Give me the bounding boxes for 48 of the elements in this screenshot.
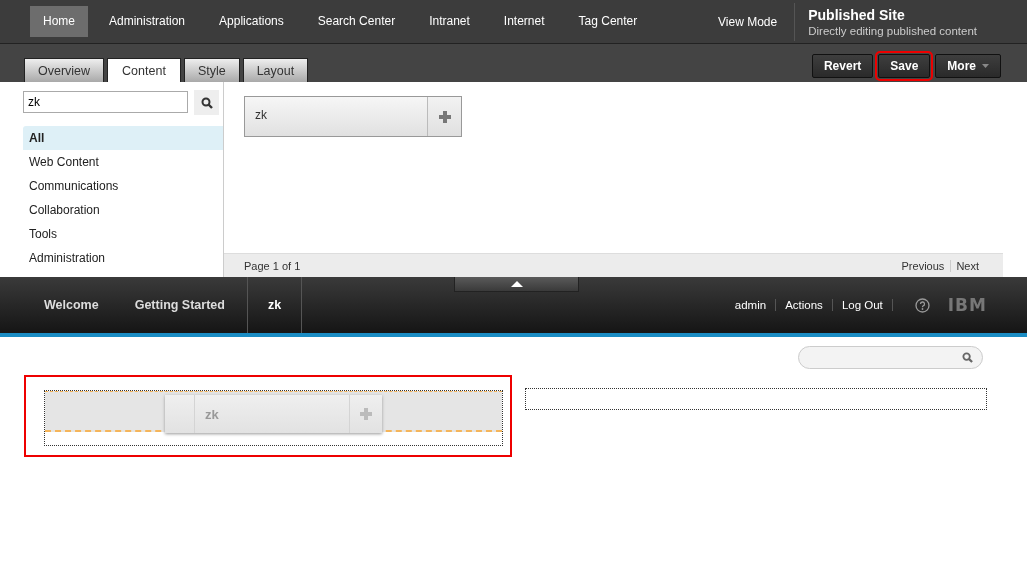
plus-icon bbox=[360, 408, 372, 420]
tab[interactable]: Style bbox=[183, 58, 240, 82]
add-button[interactable] bbox=[427, 97, 461, 136]
tab[interactable]: Content bbox=[107, 58, 181, 82]
user-link[interactable]: admin bbox=[725, 299, 776, 311]
up-arrow-icon bbox=[510, 281, 523, 287]
site-title: Published Site bbox=[808, 6, 906, 23]
tab[interactable]: Layout bbox=[242, 58, 309, 82]
nav-link[interactable]: Tag Center bbox=[561, 6, 655, 37]
collapse-handle[interactable] bbox=[454, 277, 579, 292]
nav-link[interactable]: Intranet bbox=[412, 6, 487, 37]
search-icon bbox=[200, 96, 213, 109]
search-button[interactable] bbox=[194, 90, 219, 115]
category-item[interactable]: Administration bbox=[23, 246, 223, 270]
caret-icon bbox=[982, 64, 989, 68]
previous-link[interactable]: Previous bbox=[901, 259, 945, 272]
page-info: Page 1 of 1 bbox=[244, 259, 301, 272]
view-mode-link[interactable]: View Mode bbox=[718, 2, 796, 41]
search-field[interactable]: zk bbox=[23, 91, 188, 113]
nav-link[interactable]: Search Center bbox=[300, 6, 413, 37]
category-item[interactable]: All bbox=[23, 126, 223, 150]
page-tab[interactable]: Welcome bbox=[26, 277, 117, 333]
brand-logo: IBM bbox=[947, 295, 987, 315]
action-button[interactable]: Save bbox=[878, 54, 931, 78]
nav-link[interactable]: Administration bbox=[92, 6, 203, 37]
search-icon bbox=[962, 352, 973, 363]
plus-icon bbox=[438, 110, 451, 123]
content-label: zk bbox=[254, 107, 268, 124]
category-item[interactable]: Tools bbox=[23, 222, 223, 246]
next-link[interactable]: Next bbox=[950, 259, 979, 272]
tab[interactable]: Overview bbox=[24, 58, 105, 82]
actions-link[interactable]: Actions bbox=[775, 299, 832, 311]
help-icon[interactable] bbox=[914, 297, 930, 313]
action-button[interactable]: More bbox=[935, 54, 1001, 78]
category-item[interactable]: Collaboration bbox=[23, 198, 223, 222]
page-tab[interactable]: Getting Started bbox=[116, 277, 243, 333]
category-item[interactable]: Communications bbox=[23, 174, 223, 198]
logout-link[interactable]: Log Out bbox=[831, 299, 893, 311]
site-subtitle: Directly editing published content bbox=[808, 24, 977, 37]
page-tab[interactable]: zk bbox=[246, 277, 303, 333]
content-card[interactable]: zk bbox=[244, 96, 462, 137]
category-item[interactable]: Web Content bbox=[23, 150, 223, 174]
nav-link[interactable]: Internet bbox=[486, 6, 562, 37]
search-field[interactable] bbox=[798, 346, 983, 369]
nav-link[interactable]: Applications bbox=[202, 6, 301, 37]
portlet-label: zk bbox=[195, 395, 350, 433]
action-button[interactable]: Revert bbox=[811, 54, 874, 78]
nav-link[interactable]: Home bbox=[30, 6, 88, 37]
